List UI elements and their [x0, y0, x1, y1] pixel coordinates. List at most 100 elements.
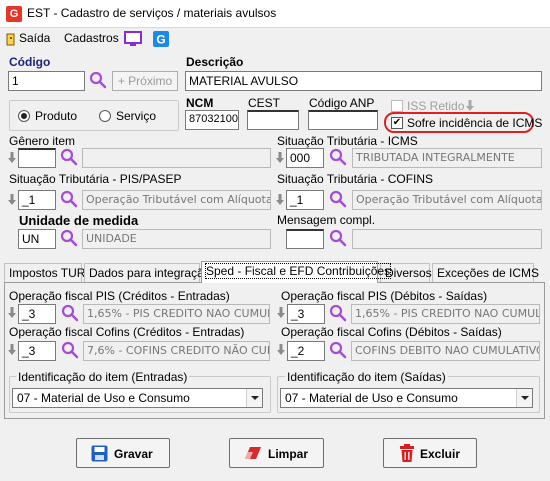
monitor-icon[interactable] [124, 31, 142, 47]
eraser-icon [245, 447, 261, 459]
genero-code-input[interactable] [18, 148, 56, 168]
mensagem-label: Mensagem compl. [277, 213, 376, 227]
limpar-button[interactable]: Limpar [229, 438, 324, 468]
excluir-label: Excluir [420, 447, 461, 461]
search-codigo-icon[interactable] [89, 71, 107, 89]
pis-entradas-label: Operação fiscal PIS (Créditos - Entradas… [9, 289, 230, 303]
excluir-button[interactable]: Excluir [383, 438, 477, 468]
unidade-label: Unidade de medida [19, 213, 139, 228]
search-icms-icon[interactable] [329, 148, 347, 166]
codigo-label: Código [9, 55, 51, 69]
cofins-saidas-code[interactable]: _2 [287, 341, 325, 361]
plus-icon: + [117, 74, 129, 88]
pis-saidas-label: Operação fiscal PIS (Débitos - Saídas) [281, 289, 488, 303]
cofins-saidas-label: Operação fiscal Cofins (Débitos - Saídas… [281, 325, 502, 339]
produto-label: Produto [35, 109, 78, 123]
pis-code-input[interactable]: _1 [18, 190, 56, 210]
sofre-icms-checkbox[interactable]: ✔ [391, 117, 403, 129]
servico-radio[interactable] [99, 110, 111, 122]
menu-bar: Saída Cadastros G [0, 28, 550, 50]
sit-cofins-label: Situação Tributária - COFINS [277, 172, 434, 186]
sit-icms-label: Situação Tributária - ICMS [277, 134, 418, 148]
cofins-saidas-desc: COFINS DEBITO NAO CUMULATIVO 7 [351, 341, 540, 361]
unidade-code-input[interactable]: UN [18, 229, 56, 249]
genero-item-label: Gênero item [9, 134, 76, 148]
window-title: EST - Cadastro de serviços / materiais a… [27, 6, 277, 20]
codigo-input[interactable]: 1 [8, 71, 85, 91]
id-entradas-arrow-icon[interactable] [246, 389, 262, 407]
gravar-button[interactable]: Gravar [76, 438, 170, 468]
search-cofins-entradas-icon[interactable] [61, 341, 79, 359]
pis-saidas-drop-icon[interactable] [277, 307, 285, 319]
icms-code-input[interactable]: 000 [286, 148, 324, 168]
ncm-input[interactable]: 87032100 [185, 110, 239, 130]
search-pis-saidas-icon[interactable] [329, 304, 347, 322]
id-entradas-select[interactable]: 07 - Material de Uso e Consumo [12, 388, 263, 408]
tab-dados-integracao[interactable]: Dados para integração [84, 263, 210, 282]
title-bar: G EST - Cadastro de serviços / materiais… [0, 0, 550, 28]
descricao-label: Descrição [186, 55, 244, 69]
sit-pis-label: Situação Tributária - PIS/PASEP [9, 172, 182, 186]
tab-impostos-tur[interactable]: Impostos TUR [4, 263, 85, 282]
search-cofins-icon[interactable] [329, 190, 347, 208]
cofins-entradas-label: Operação fiscal Cofins (Créditos - Entra… [9, 325, 245, 339]
codigo-anp-label: Código ANP [309, 96, 375, 110]
unidade-desc-field: UNIDADE [82, 229, 271, 249]
search-genero-icon[interactable] [60, 148, 78, 166]
servico-label: Serviço [116, 109, 157, 123]
down-arrow-icon [466, 100, 474, 111]
id-entradas-label: Identificação do item (Entradas) [16, 370, 190, 384]
sofre-icms-label: Sofre incidência de ICMS [407, 116, 543, 130]
cofins-entradas-drop-icon[interactable] [8, 344, 16, 356]
pis-entradas-drop-icon[interactable] [8, 307, 16, 319]
limpar-label: Limpar [268, 447, 309, 461]
cofins-code-input[interactable]: _1 [286, 190, 324, 210]
descricao-input[interactable]: MATERIAL AVULSO [185, 71, 542, 91]
gravar-label: Gravar [114, 447, 153, 461]
menu-saida[interactable]: Saída [19, 31, 50, 45]
iss-retido-label: ISS Retido [407, 99, 465, 113]
search-pis-icon[interactable] [60, 190, 78, 208]
pis-saidas-desc: 1,65% - PIS CREDITO NAO CUMULAT [351, 304, 540, 324]
g-logo-icon[interactable]: G [153, 31, 169, 47]
cofins-desc-field: Operação Tributável com Alíquota Bási [352, 190, 542, 210]
mensagem-desc-field [352, 229, 542, 249]
genero-desc-field [82, 148, 271, 168]
cofins-drop-icon[interactable] [276, 194, 284, 206]
id-saidas-label: Identificação do item (Saídas) [285, 370, 448, 384]
app-icon: G [6, 6, 22, 22]
search-unidade-icon[interactable] [60, 229, 78, 247]
pis-entradas-code[interactable]: _3 [18, 304, 56, 324]
search-pis-entradas-icon[interactable] [61, 304, 79, 322]
cofins-saidas-drop-icon[interactable] [277, 344, 285, 356]
id-saidas-arrow-icon[interactable] [516, 389, 532, 407]
search-mensagem-icon[interactable] [329, 229, 347, 247]
iss-retido-checkbox[interactable] [391, 100, 403, 112]
trash-icon [400, 444, 414, 462]
svg-text:G: G [156, 33, 165, 47]
cest-label: CEST [248, 96, 281, 110]
icms-desc-field: TRIBUTADA INTEGRALMENTE [352, 148, 542, 168]
pis-saidas-code[interactable]: _3 [287, 304, 325, 324]
tab-excecoes-icms[interactable]: Exceções de ICMS [432, 263, 539, 282]
search-cofins-saidas-icon[interactable] [329, 341, 347, 359]
proximo-button[interactable]: + Próximo [112, 71, 178, 91]
pis-desc-field: Operação Tributável com Alíquota Bási [82, 190, 271, 210]
codigo-anp-input[interactable] [308, 110, 378, 130]
save-icon [91, 445, 108, 462]
pis-entradas-desc: 1,65% - PIS CREDITO NAO CUMULAT [83, 304, 270, 324]
menu-cadastros[interactable]: Cadastros [64, 31, 119, 45]
exit-icon [6, 33, 15, 46]
pis-drop-icon[interactable] [8, 194, 16, 206]
produto-radio[interactable] [18, 110, 30, 122]
cofins-entradas-desc: 7,6% - COFINS CREDITO NÃO CUMUL [83, 341, 270, 361]
id-saidas-select[interactable]: 07 - Material de Uso e Consumo [280, 388, 533, 408]
cofins-entradas-code[interactable]: _3 [18, 341, 56, 361]
genero-drop-icon[interactable] [8, 152, 16, 164]
tab-sped-fiscal[interactable]: Sped - Fiscal e EFD Contribuições [201, 261, 392, 283]
cest-input[interactable] [247, 110, 299, 130]
mensagem-code-input[interactable] [286, 229, 324, 249]
icms-drop-icon[interactable] [276, 152, 284, 164]
tab-sped-label: Sped - Fiscal e EFD Contribuições [204, 263, 392, 279]
ncm-label: NCM [186, 96, 214, 110]
